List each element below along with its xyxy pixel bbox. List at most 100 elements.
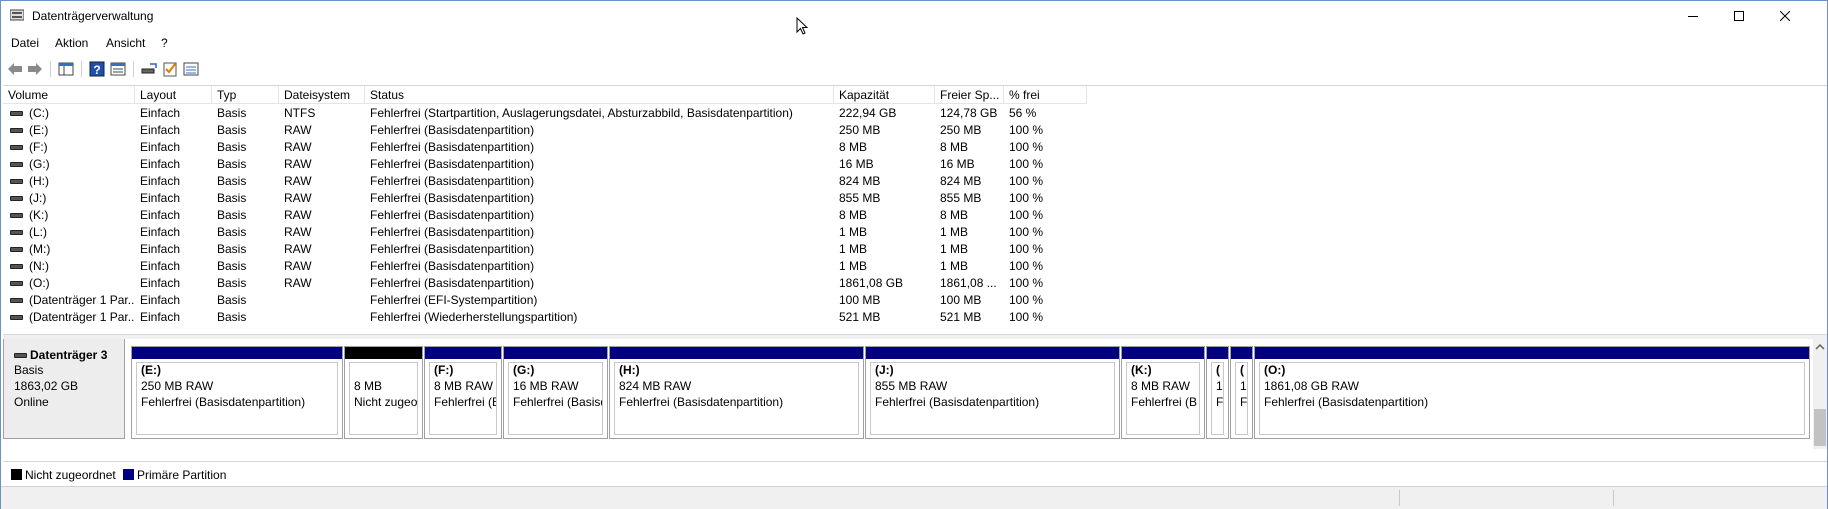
column-header-capacity[interactable]: Kapazität (834, 86, 935, 104)
cell-capacity: 8 MB (839, 208, 868, 222)
cell-layout: Einfach (140, 259, 181, 273)
partition-label: (F:) (434, 363, 454, 377)
checklist-icon[interactable] (161, 60, 179, 78)
view-icon[interactable] (182, 60, 200, 78)
volume-row[interactable]: (O:) Einfach Basis RAW Fehlerfrei (Basisdate… (3, 275, 1803, 292)
cell-free-space: 16 MB (940, 157, 975, 171)
close-button[interactable] (1762, 1, 1808, 31)
partition-content: (H:) 824 MB RAW Fehlerfrei (Basisdatenpart… (614, 362, 859, 435)
legend-label-primary: Primäre Partition (137, 468, 227, 482)
partition-block[interactable]: (O:) 1861,08 GB RAW Fehlerfrei (Basisdaten… (1254, 346, 1810, 439)
disk-info-box[interactable]: Datenträger 3 Basis 1863,02 GB Online (3, 339, 125, 439)
partition-label: (H:) (619, 363, 640, 377)
cell-volume: (L:) (3, 224, 135, 241)
volume-drive-icon (10, 315, 23, 321)
volume-name: (M:) (29, 242, 51, 256)
connect-drive-icon[interactable] (140, 60, 158, 78)
scroll-up-icon[interactable] (1813, 341, 1827, 353)
volume-name: (O:) (29, 276, 50, 290)
back-arrow-icon[interactable] (6, 60, 24, 78)
volume-row[interactable]: (L:) Einfach Basis RAW Fehlerfrei (Basisdate… (3, 224, 1803, 241)
disk-management-icon (10, 9, 24, 21)
properties-icon[interactable] (109, 60, 127, 78)
cell-volume: (H:) (3, 173, 135, 190)
cell-status: Fehlerfrei (EFI-Systempartition) (370, 293, 538, 307)
column-header-type[interactable]: Typ (212, 86, 279, 104)
volume-row[interactable]: (E:) Einfach Basis RAW Fehlerfrei (Basisdate… (3, 122, 1803, 139)
help-icon[interactable]: ? (88, 60, 106, 78)
menu-aktion[interactable]: Aktion (55, 36, 88, 50)
menu-help[interactable]: ? (161, 36, 168, 50)
volume-drive-icon (10, 179, 23, 185)
volume-name: (Datenträger 1 Par... (29, 310, 135, 324)
partition-block[interactable]: (J:) 855 MB RAW Fehlerfrei (Basisdatenpart… (865, 346, 1120, 439)
partition-block[interactable]: (1 Fe (1206, 346, 1229, 439)
cell-volume: (O:) (3, 275, 135, 292)
column-header-free-space[interactable]: Freier Sp... (935, 86, 1004, 104)
status-separator (1613, 490, 1614, 506)
menu-ansicht[interactable]: Ansicht (106, 36, 145, 50)
volume-row[interactable]: (G:) Einfach Basis RAW Fehlerfrei (Basisdate… (3, 156, 1803, 173)
partition-block[interactable]: (E:) 250 MB RAW Fehlerfrei (Basisdatenpart… (131, 346, 343, 439)
volume-row[interactable]: (J:) Einfach Basis RAW Fehlerfrei (Basisdate… (3, 190, 1803, 207)
partition-type-bar (132, 347, 342, 359)
volume-row[interactable]: (F:) Einfach Basis RAW Fehlerfrei (Basisdate… (3, 139, 1803, 156)
mouse-cursor-icon (796, 17, 809, 35)
graph-vertical-scrollbar[interactable] (1813, 339, 1827, 449)
partition-block[interactable]: (K:) 8 MB RAW Fehlerfrei (B (1121, 346, 1205, 439)
partition-block[interactable]: (1 Fe (1230, 346, 1253, 439)
cell-free-space: 1 MB (940, 242, 969, 256)
cell-volume: (Datenträger 1 Par... (3, 292, 135, 309)
column-header-percent-free[interactable]: % frei (1004, 86, 1087, 104)
volume-row[interactable]: (N:) Einfach Basis RAW Fehlerfrei (Basisdate… (3, 258, 1803, 275)
cell-capacity: 521 MB (839, 310, 881, 324)
partition-status: Fehlerfrei (Basisdatenpartition) (619, 395, 784, 409)
volume-row[interactable]: (Datenträger 1 Par... Einfach Basis Fehlerf… (3, 309, 1803, 326)
minimize-button[interactable] (1670, 1, 1716, 31)
volume-list-header: Volume Layout Typ Dateisystem Status Kap… (3, 86, 1087, 105)
partition-type-bar (866, 347, 1119, 359)
partition-block[interactable]: (G:) 16 MB RAW Fehlerfrei (Basisd (503, 346, 608, 439)
volume-drive-icon (10, 247, 23, 253)
column-header-filesystem[interactable]: Dateisystem (279, 86, 365, 104)
title-bar[interactable]: Datenträgerverwaltung (1, 1, 1827, 35)
column-header-status[interactable]: Status (365, 86, 834, 104)
legend-swatch-primary (123, 469, 134, 480)
cell-type: Basis (217, 225, 247, 239)
volume-row[interactable]: (Datenträger 1 Par... Einfach Basis Fehlerf… (3, 292, 1803, 309)
volume-row[interactable]: (M:) Einfach Basis RAW Fehlerfrei (Basisdate… (3, 241, 1803, 258)
menu-datei[interactable]: Datei (11, 36, 39, 50)
cell-percent-free: 100 % (1009, 123, 1044, 137)
cell-type: Basis (217, 259, 247, 273)
volume-row[interactable]: (H:) Einfach Basis RAW Fehlerfrei (Basisdate… (3, 173, 1803, 190)
volume-name: (K:) (29, 208, 49, 222)
partition-block[interactable]: (F:) 8 MB RAW Fehlerfrei (B (424, 346, 502, 439)
cell-free-space: 100 MB (940, 293, 982, 307)
partition-status: Fehlerfrei (Basisdatenpartition) (141, 395, 306, 409)
cell-free-space: 250 MB (940, 123, 982, 137)
console-tree-icon[interactable] (57, 60, 75, 78)
partition-status: Fe (1216, 395, 1224, 409)
cell-layout: Einfach (140, 242, 181, 256)
cell-filesystem: NTFS (284, 106, 316, 120)
partition-block[interactable]: (H:) 824 MB RAW Fehlerfrei (Basisdatenpart… (609, 346, 864, 439)
cell-capacity: 1 MB (839, 259, 868, 273)
column-header-volume[interactable]: Volume (3, 86, 135, 104)
maximize-button[interactable] (1716, 1, 1762, 31)
cell-percent-free: 56 % (1009, 106, 1037, 120)
scroll-thumb[interactable] (1814, 409, 1826, 446)
partition-type-bar (345, 347, 422, 359)
partition-unallocated[interactable]: 8 MB Nicht zugeor (344, 346, 423, 439)
volume-name: (L:) (29, 225, 47, 239)
cell-type: Basis (217, 242, 247, 256)
volume-drive-icon (10, 145, 23, 151)
cell-layout: Einfach (140, 293, 181, 307)
volume-drive-icon (10, 213, 23, 219)
partition-size: 8 MB RAW (434, 379, 493, 393)
volume-drive-icon (10, 281, 23, 287)
volume-row[interactable]: (K:) Einfach Basis RAW Fehlerfrei (Basisdate… (3, 207, 1803, 224)
column-header-layout[interactable]: Layout (135, 86, 212, 104)
forward-arrow-icon[interactable] (26, 60, 44, 78)
cell-status: Fehlerfrei (Basisdatenpartition) (370, 123, 535, 137)
volume-row[interactable]: (C:) Einfach Basis NTFS Fehlerfrei (Startpar… (3, 105, 1803, 122)
